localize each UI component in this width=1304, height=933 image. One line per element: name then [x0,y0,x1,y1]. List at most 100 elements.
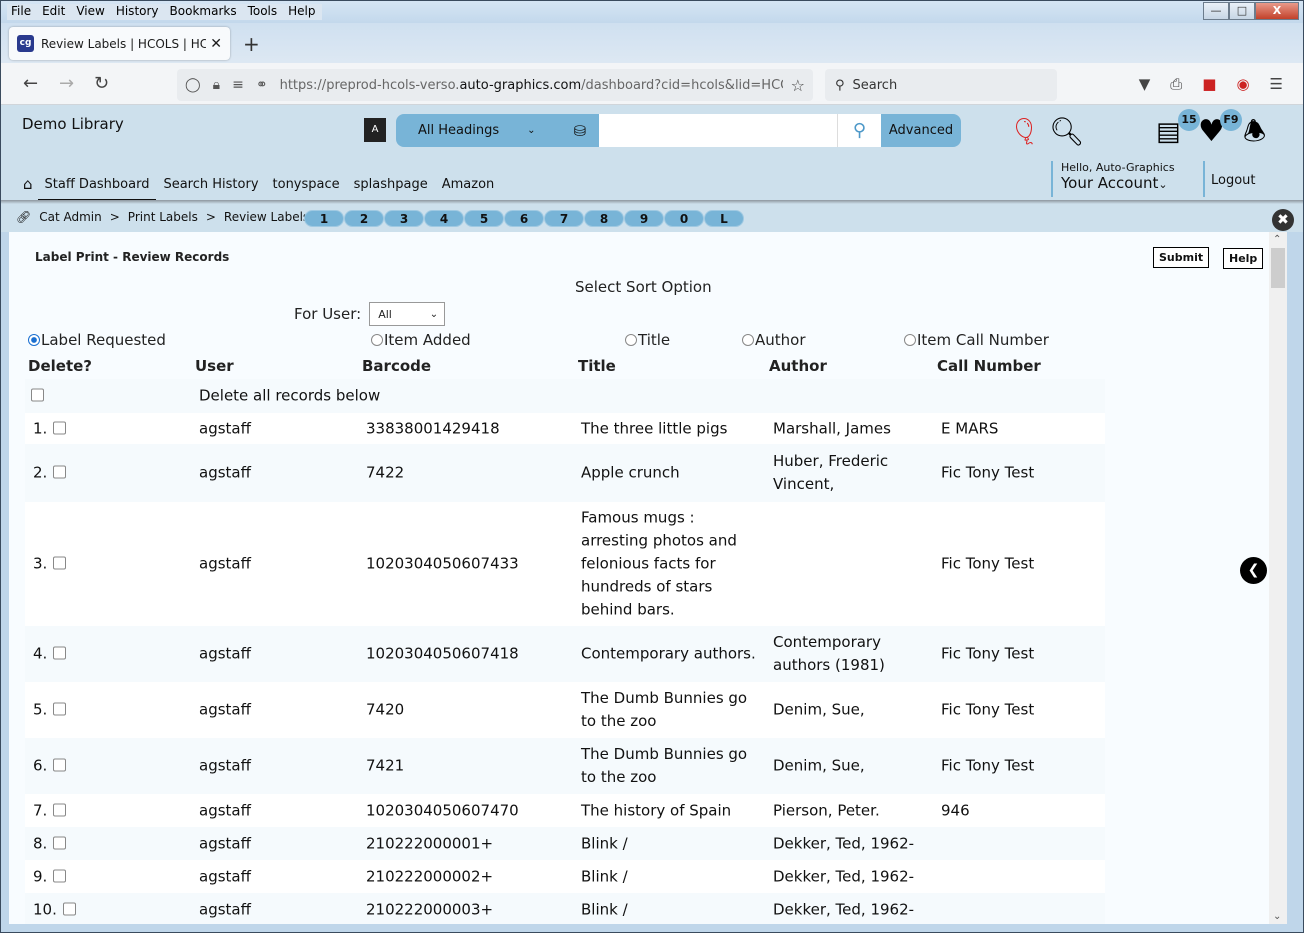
window-controls: — □ X [1203,2,1299,20]
search-button[interactable]: ⚲ [837,114,881,147]
pill-6[interactable]: 6 [504,210,544,227]
pocket-icon[interactable]: ▼ [1139,75,1151,93]
bookmark-star-icon[interactable]: ☆ [791,76,805,95]
hamburger-menu-icon[interactable]: ☰ [1270,75,1283,93]
url-text[interactable]: https://preprod-hcols-verso.auto-graphic… [280,78,783,93]
for-user-select[interactable]: All ⌄ [369,302,446,326]
balloon-icon[interactable]: 🎈︎ [1008,117,1041,147]
pill-9[interactable]: 9 [624,210,664,227]
heading-select[interactable]: All Headings ⌄ [396,123,561,138]
advanced-search-button[interactable]: Advanced [881,123,961,138]
close-window-button[interactable]: X [1255,2,1299,20]
close-tab-icon[interactable]: ✕ [210,36,222,52]
reload-button[interactable]: ↻ [94,73,109,94]
film-search-icon[interactable]: 🔍︎ [1049,117,1085,147]
pill-4[interactable]: 4 [424,210,464,227]
close-panel-icon[interactable]: ✖ [1272,209,1294,231]
key-icon[interactable]: ⚭ [256,77,268,93]
pill-0[interactable]: 0 [664,210,704,227]
database-icon[interactable]: ⛁ [561,122,599,140]
menu-bookmarks[interactable]: Bookmarks [170,4,237,18]
sort-author[interactable]: Author [742,331,806,349]
delete-checkbox[interactable] [53,758,67,772]
delete-checkbox[interactable] [53,465,67,479]
call-number-cell: Fic Tony Test [941,463,1035,482]
delete-checkbox[interactable] [53,646,67,660]
nav-search-history[interactable]: Search History [163,177,258,192]
browser-tab[interactable]: cg Review Labels | HCOLS | HCOLS ✕ [9,27,230,60]
breadcrumb-print-labels[interactable]: Print Labels [128,210,198,224]
row-number-cell: 6. [33,755,67,778]
print-icon[interactable]: ⎙ [1170,75,1182,93]
nav-splashpage[interactable]: splashpage [354,177,428,192]
chevron-left-icon[interactable]: ❮ [1240,557,1267,584]
table-row: 5. agstaff 7420 The Dumb Bunnies go to the … [25,682,1105,738]
minimize-button[interactable]: — [1203,2,1229,20]
scroll-up-arrow[interactable]: ⌃ [1273,234,1281,245]
table-row: 7. agstaff 1020304050607470 The history of … [25,794,1105,827]
extension-icon[interactable]: ■ [1202,75,1216,93]
pill-7[interactable]: 7 [544,210,584,227]
account-menu[interactable]: Hello, Auto-Graphics Your Account⌄ [1051,161,1201,197]
row-number-cell: 2. [33,462,67,485]
scroll-down-arrow[interactable]: ⌄ [1273,911,1281,922]
delete-checkbox[interactable] [53,869,67,882]
menu-file[interactable]: File [11,4,31,18]
lock-icon[interactable]: 🔒︎ [213,77,220,93]
forward-button[interactable]: → [59,73,74,94]
pill-l[interactable]: L [704,210,744,227]
your-account-link[interactable]: Your Account⌄ [1061,174,1201,192]
search-input[interactable] [599,114,837,147]
translate-icon[interactable]: A [364,118,386,142]
url-bar[interactable]: ◯ 🔒︎ ≡ ⚭ https://preprod-hcols-verso.aut… [177,69,813,101]
pill-8[interactable]: 8 [584,210,624,227]
delete-checkbox[interactable] [53,702,67,716]
delete-checkbox[interactable] [53,803,67,816]
menu-tools[interactable]: Tools [248,4,278,18]
logout-link[interactable]: Logout [1203,161,1256,197]
scrollbar[interactable]: ⌃ ⌄ [1269,232,1287,924]
delete-checkbox[interactable] [53,836,67,849]
extension-search-icon[interactable]: ◉ [1236,75,1249,93]
new-tab-button[interactable]: + [243,32,260,56]
menu-help[interactable]: Help [288,4,315,18]
maximize-button[interactable]: □ [1229,2,1255,20]
radio[interactable] [625,334,637,346]
pill-1[interactable]: 1 [304,210,344,227]
sort-item-call-number[interactable]: Item Call Number [904,331,1049,349]
menu-view[interactable]: View [76,4,104,18]
radio-checked[interactable] [28,334,40,346]
nav-tonyspace[interactable]: tonyspace [273,177,340,192]
permissions-icon[interactable]: ≡ [232,77,244,93]
menu-history[interactable]: History [116,4,159,18]
help-button[interactable]: Help [1223,248,1264,269]
column-header-user: User [195,357,234,375]
breadcrumb-cat-admin[interactable]: Cat Admin [39,210,102,224]
scrollbar-thumb[interactable] [1271,248,1285,288]
browser-search-bar[interactable]: ⚲ Search [825,69,1057,101]
pill-2[interactable]: 2 [344,210,384,227]
radio[interactable] [742,334,754,346]
radio[interactable] [371,334,383,346]
submit-button[interactable]: Submit [1153,247,1210,268]
nav-amazon[interactable]: Amazon [442,177,495,192]
shield-icon[interactable]: ◯ [185,77,201,93]
row-number: 2. [33,463,48,482]
pill-3[interactable]: 3 [384,210,424,227]
sort-label-requested[interactable]: Label Requested [28,331,166,349]
back-button[interactable]: ← [23,73,38,94]
radio[interactable] [904,334,916,346]
delete-all-checkbox[interactable] [31,388,44,402]
delete-checkbox[interactable] [62,902,76,915]
sort-item-added[interactable]: Item Added [371,331,471,349]
sort-title[interactable]: Title [625,331,670,349]
nav-staff-dashboard[interactable]: Staff Dashboard [45,177,150,192]
delete-checkbox[interactable] [53,421,67,434]
delete-checkbox[interactable] [53,556,67,570]
pill-5[interactable]: 5 [464,210,504,227]
home-icon[interactable]: ⌂ [23,175,33,193]
menu-edit[interactable]: Edit [42,4,65,18]
title-cell: The Dumb Bunnies go to the zoo [581,745,748,786]
list-icon[interactable]: ▤ [1156,117,1181,147]
notifications-bell-icon[interactable]: 🕭︎ [1243,117,1266,147]
